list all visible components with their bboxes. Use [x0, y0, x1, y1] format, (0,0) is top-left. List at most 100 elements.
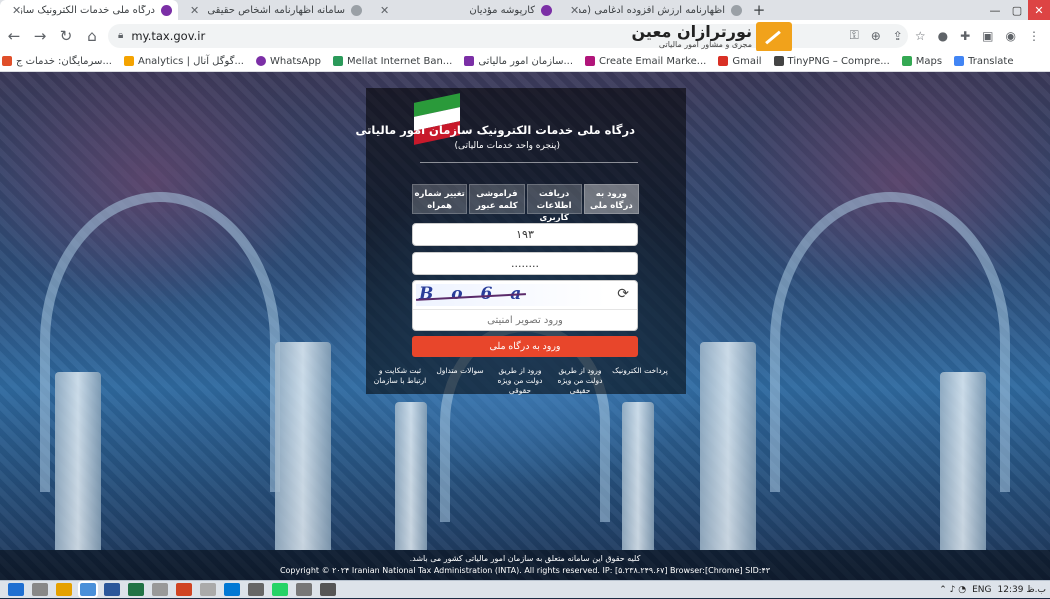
analytics-icon — [123, 56, 134, 66]
tab-get-user-info[interactable]: دریافت اطلاعات کاربری — [526, 184, 582, 223]
bookmark-label: Analytics | گوگل آنال... — [137, 55, 244, 67]
pillar-decoration — [275, 342, 331, 550]
footer-copyright: Copyright © ۲۰۲۴ Iranian National Tax Ad… — [279, 566, 771, 575]
close-tab-icon[interactable]: ✕ — [380, 4, 389, 17]
taskbar-app-icon[interactable] — [200, 583, 216, 596]
bookmark-item[interactable]: Analytics | گوگل آنال... — [123, 55, 244, 67]
link-complaint-contact[interactable]: ثبت شکایت و ارتباط با سازمان — [372, 366, 428, 392]
share-icon[interactable]: ⇪ — [893, 29, 903, 43]
tab-title: درگاه ملی خدمات الکترونیک سازمان ... — [21, 4, 155, 16]
forward-icon[interactable]: → — [28, 24, 52, 48]
link-e-payment[interactable]: پرداخت الکترونیک — [612, 366, 668, 392]
bookmark-item[interactable]: Create Email Marke... — [585, 56, 706, 67]
reload-icon[interactable]: ↻ — [54, 24, 78, 48]
refresh-captcha-icon[interactable]: ⟳ — [617, 286, 629, 302]
close-tab-icon[interactable]: ✕ — [12, 4, 21, 17]
taskbar-app-icon[interactable] — [32, 583, 48, 596]
tab-title: اظهارنامه ارزش افزوده ادغامی (مد... — [579, 4, 725, 16]
link-dolat-man-real[interactable]: ورود از طریق دولت من ویژه حقیقی — [552, 366, 608, 395]
tab-forgot-password[interactable]: فراموشی کلمه عبور — [469, 184, 525, 214]
bookmark-item[interactable]: Gmail — [718, 55, 762, 67]
start-icon[interactable] — [8, 583, 24, 596]
pillar-decoration — [622, 402, 654, 550]
maximize-icon[interactable]: ▢ — [1006, 0, 1028, 20]
excel-icon[interactable] — [128, 583, 144, 596]
bookmark-label: سرمایگان: خدمات ج... — [16, 55, 112, 67]
bookmark-label: سازمان امور مالیاتی... — [478, 55, 574, 67]
bookmark-star-icon[interactable]: ☆ — [915, 29, 926, 43]
browser-tab-strip: ✕ درگاه ملی خدمات الکترونیک سازمان ... ✕… — [0, 0, 1050, 20]
sidepanel-icon[interactable]: ▣ — [982, 29, 993, 43]
tab-title: سامانه اظهارنامه اشخاص حقیقی — [207, 4, 345, 16]
taskbar-app-icon[interactable] — [296, 583, 312, 596]
browser-toolbar: ← → ↻ ⌂ 🔒︎ my.tax.gov.ir نورترازان معین … — [0, 20, 1050, 52]
zoom-icon[interactable]: ⊕ — [871, 29, 881, 43]
new-tab-button[interactable]: + — [748, 0, 770, 20]
word-icon[interactable] — [104, 583, 120, 596]
minimize-icon[interactable]: — — [984, 0, 1006, 20]
menu-dots-icon[interactable]: ⋮ — [1028, 29, 1040, 43]
browser-tab[interactable]: ✕ اظهارنامه ارزش افزوده ادغامی (مد... — [558, 0, 748, 20]
browser-tab[interactable]: ✕ سامانه اظهارنامه اشخاص حقیقی — [178, 0, 368, 20]
file-explorer-icon[interactable] — [56, 583, 72, 596]
close-window-icon[interactable]: ✕ — [1028, 0, 1050, 20]
page-subtitle: (پنجره واحد خدمات مالیاتی) — [454, 141, 560, 151]
whatsapp-taskbar-icon[interactable] — [272, 583, 288, 596]
taskbar-app-icon[interactable] — [320, 583, 336, 596]
close-tab-icon[interactable]: ✕ — [570, 4, 579, 17]
bookmark-item[interactable]: Translate — [954, 56, 1014, 67]
link-faq[interactable]: سوالات متداول — [432, 366, 488, 392]
powerpoint-icon[interactable] — [176, 583, 192, 596]
taskbar-app-icon[interactable] — [248, 583, 264, 596]
username-field-wrapper — [412, 223, 638, 246]
bookmark-item[interactable]: WhatsApp — [256, 56, 321, 67]
pillar-decoration — [55, 372, 101, 550]
browser-tab-active[interactable]: ✕ درگاه ملی خدمات الکترونیک سازمان ... — [0, 0, 178, 20]
extension-icon[interactable]: ● — [938, 29, 948, 43]
profile-avatar-icon[interactable]: ◉ — [1006, 29, 1016, 43]
bookmark-item[interactable]: TinyPNG – Compre... — [773, 56, 890, 67]
divider — [420, 162, 638, 163]
language-indicator[interactable]: ENG — [972, 585, 991, 595]
bookmark-item[interactable]: سازمان امور مالیاتی... — [464, 56, 573, 67]
tab-change-mobile[interactable]: تغییر شماره همراه — [412, 184, 468, 214]
browser-tab[interactable]: ✕ کارپوشه مؤدیان — [368, 0, 558, 20]
bookmark-label: Mellat Internet Ban... — [347, 55, 453, 67]
back-icon[interactable]: ← — [2, 24, 26, 48]
home-icon[interactable]: ⌂ — [80, 24, 104, 48]
captcha-input[interactable] — [413, 309, 637, 331]
globe-favicon-icon — [731, 4, 742, 16]
captcha-image: B o 6 a — [416, 284, 606, 306]
bookmark-favicon-icon — [2, 56, 12, 66]
taskbar-app-icon[interactable] — [152, 583, 168, 596]
tinypng-icon — [773, 56, 784, 66]
tray-icons[interactable]: ⌃ ♪ ◔ — [939, 585, 966, 595]
window-controls: — ▢ ✕ — [984, 0, 1050, 20]
puzzle-extensions-icon[interactable]: ✚ — [960, 29, 970, 43]
brand-logo: نورترازان معین مجری و مشاور امور مالیاتی — [628, 20, 798, 52]
bookmark-label: Maps — [915, 55, 943, 67]
page-title: درگاه ملی خدمات الکترونیک سازمان امور ما… — [355, 123, 635, 137]
bookmark-label: Create Email Marke... — [599, 55, 707, 67]
site-favicon-icon — [161, 4, 172, 16]
tab-title: کارپوشه مؤدیان — [469, 4, 535, 16]
bookmark-item[interactable]: Maps — [901, 55, 943, 67]
login-submit-button[interactable]: ورود به درگاه ملی — [412, 336, 638, 357]
bookmark-label: Gmail — [732, 55, 762, 67]
link-dolat-man-legal[interactable]: ورود از طریق دولت من ویژه حقوقی — [492, 366, 548, 395]
key-icon[interactable]: ⚿ — [850, 28, 859, 43]
pillar-decoration — [395, 402, 427, 550]
telegram-icon[interactable] — [224, 583, 240, 596]
chrome-icon[interactable] — [78, 581, 98, 598]
clock[interactable]: 12:39 ب.ظ — [998, 585, 1046, 595]
whatsapp-icon — [256, 56, 266, 66]
lock-icon[interactable]: 🔒︎ — [118, 30, 123, 41]
username-field[interactable] — [413, 224, 637, 245]
system-tray: ⌃ ♪ ◔ ENG 12:39 ب.ظ — [939, 581, 1046, 599]
password-field[interactable] — [413, 253, 637, 274]
bookmark-item[interactable]: Mellat Internet Ban... — [333, 56, 452, 67]
bookmark-item[interactable]: سرمایگان: خدمات ج... — [2, 56, 112, 67]
extension-icons: ⚿ ⊕ ⇪ ☆ ● ✚ ▣ ◉ ⋮ — [850, 20, 1040, 51]
tab-national-login[interactable]: ورود به درگاه ملی — [583, 184, 639, 214]
close-tab-icon[interactable]: ✕ — [190, 4, 199, 17]
